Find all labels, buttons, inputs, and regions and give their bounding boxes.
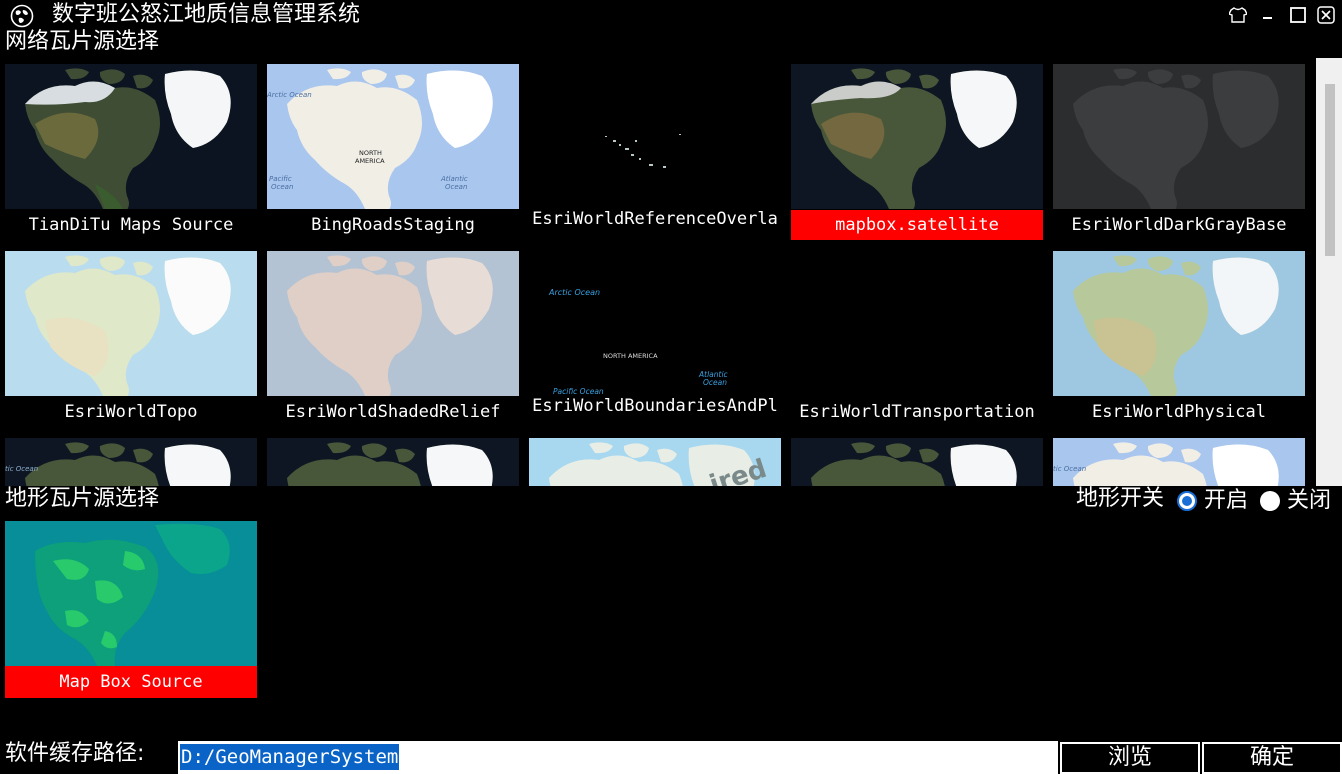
- tile-esri-physical[interactable]: EsriWorldPhysical: [1053, 245, 1305, 422]
- tile-partial[interactable]: [267, 432, 519, 486]
- terrain-on-label[interactable]: 开启: [1204, 487, 1248, 515]
- close-icon[interactable]: [1314, 3, 1338, 27]
- tile-esri-reference-overlay[interactable]: EsriWorldReferenceOverla: [529, 58, 781, 234]
- tile-thumbnail: [5, 64, 257, 209]
- tile-thumbnail: Arctic Ocean NORTH AMERICA Atlantic Ocea…: [529, 251, 781, 396]
- map-label: Arctic Ocean: [548, 288, 600, 297]
- online-tile-list[interactable]: TianDiTu Maps Source Arctic Ocean NORTH …: [0, 58, 1314, 486]
- online-tiles-heading: 网络瓦片源选择: [5, 29, 160, 54]
- terrain-off-label[interactable]: 关闭: [1287, 487, 1331, 515]
- tile-label: EsriWorldPhysical: [1092, 402, 1266, 422]
- window-title: 数字班公怒江地质信息管理系统: [52, 2, 361, 27]
- browse-button[interactable]: 浏览: [1060, 742, 1200, 774]
- tile-partial[interactable]: [791, 432, 1043, 486]
- tile-thumbnail: ired: [529, 438, 781, 486]
- svg-text:Ocean: Ocean: [271, 183, 293, 191]
- tile-label: Map Box Source: [5, 666, 257, 698]
- tile-label: BingRoadsStaging: [311, 215, 475, 235]
- tile-thumbnail: [267, 438, 519, 486]
- tile-thumbnail: [5, 251, 257, 396]
- tile-label: EsriWorldBoundariesAndPl: [532, 396, 778, 416]
- tile-label: EsriWorldDarkGrayBase: [1071, 215, 1287, 235]
- tile-label: mapbox.satellite: [791, 210, 1043, 240]
- cache-path-input[interactable]: D:/GeoManagerSystem: [178, 741, 1058, 774]
- terrain-heading: 地形瓦片源选择: [5, 486, 160, 511]
- globe-icon: [10, 4, 34, 28]
- cache-path-label: 软件缓存路径:: [5, 741, 145, 766]
- confirm-button[interactable]: 确定: [1202, 742, 1342, 774]
- svg-text:Pacific: Pacific: [269, 175, 292, 183]
- svg-text:NORTH: NORTH: [359, 149, 382, 157]
- cache-path-value: D:/GeoManagerSystem: [180, 744, 400, 770]
- svg-text:tic Ocean: tic Ocean: [5, 465, 38, 473]
- tile-esri-dark-gray[interactable]: EsriWorldDarkGrayBase: [1053, 58, 1305, 235]
- tile-label: EsriWorldShadedRelief: [285, 402, 501, 422]
- svg-text:AMERICA: AMERICA: [355, 157, 385, 165]
- tile-mapbox-satellite[interactable]: mapbox.satellite: [791, 58, 1043, 240]
- tile-label: TianDiTu Maps Source: [28, 215, 234, 235]
- map-label: Arctic Ocean: [267, 91, 312, 99]
- tile-thumbnail: [1053, 64, 1305, 209]
- tile-label: EsriWorldReferenceOverla: [532, 209, 778, 229]
- terrain-off-radio[interactable]: [1260, 491, 1280, 511]
- tile-label: EsriWorldTransportation: [799, 402, 1035, 422]
- map-label: NORTH AMERICA: [603, 352, 658, 360]
- tile-thumbnail: [1053, 251, 1305, 396]
- minimize-icon[interactable]: [1256, 3, 1280, 27]
- svg-text:tic Ocean: tic Ocean: [1053, 465, 1086, 473]
- tile-thumbnail: [529, 64, 781, 209]
- terrain-on-radio[interactable]: [1177, 491, 1197, 511]
- tile-label: EsriWorldTopo: [64, 402, 198, 422]
- tile-partial[interactable]: ired: [529, 432, 781, 486]
- tile-thumbnail: [791, 438, 1043, 486]
- tile-mapbox-terrain[interactable]: Map Box Source: [5, 521, 257, 698]
- maximize-icon[interactable]: [1286, 3, 1310, 27]
- tile-thumbnail: [267, 251, 519, 396]
- svg-text:Ocean: Ocean: [445, 183, 467, 191]
- tile-esri-shaded-relief[interactable]: EsriWorldShadedRelief: [267, 245, 519, 422]
- tile-partial[interactable]: tic Ocean: [1053, 432, 1305, 486]
- tile-thumbnail: [791, 251, 1043, 396]
- tile-thumbnail: Arctic Ocean NORTH AMERICA Pacific Ocean…: [267, 64, 519, 209]
- tile-esri-boundaries[interactable]: Arctic Ocean NORTH AMERICA Atlantic Ocea…: [529, 245, 781, 421]
- terrain-switch-label: 地形开关: [1076, 486, 1165, 511]
- tile-partial[interactable]: tic Ocean: [5, 432, 257, 486]
- tile-esri-transportation[interactable]: EsriWorldTransportation: [791, 245, 1043, 422]
- svg-text:Ocean: Ocean: [703, 378, 727, 387]
- tile-bing-roads[interactable]: Arctic Ocean NORTH AMERICA Pacific Ocean…: [267, 58, 519, 235]
- tile-thumbnail: tic Ocean: [5, 438, 257, 486]
- scrollbar-thumb[interactable]: [1325, 84, 1335, 256]
- skin-icon[interactable]: [1226, 3, 1250, 27]
- title-bar: 数字班公怒江地质信息管理系统: [0, 0, 1342, 30]
- tile-thumbnail: [791, 64, 1043, 209]
- tile-esri-topo[interactable]: EsriWorldTopo: [5, 245, 257, 422]
- tile-thumbnail: tic Ocean: [1053, 438, 1305, 486]
- tile-tianditu[interactable]: TianDiTu Maps Source: [5, 58, 257, 235]
- svg-text:Atlantic: Atlantic: [440, 175, 468, 183]
- tile-thumbnail: [5, 521, 257, 666]
